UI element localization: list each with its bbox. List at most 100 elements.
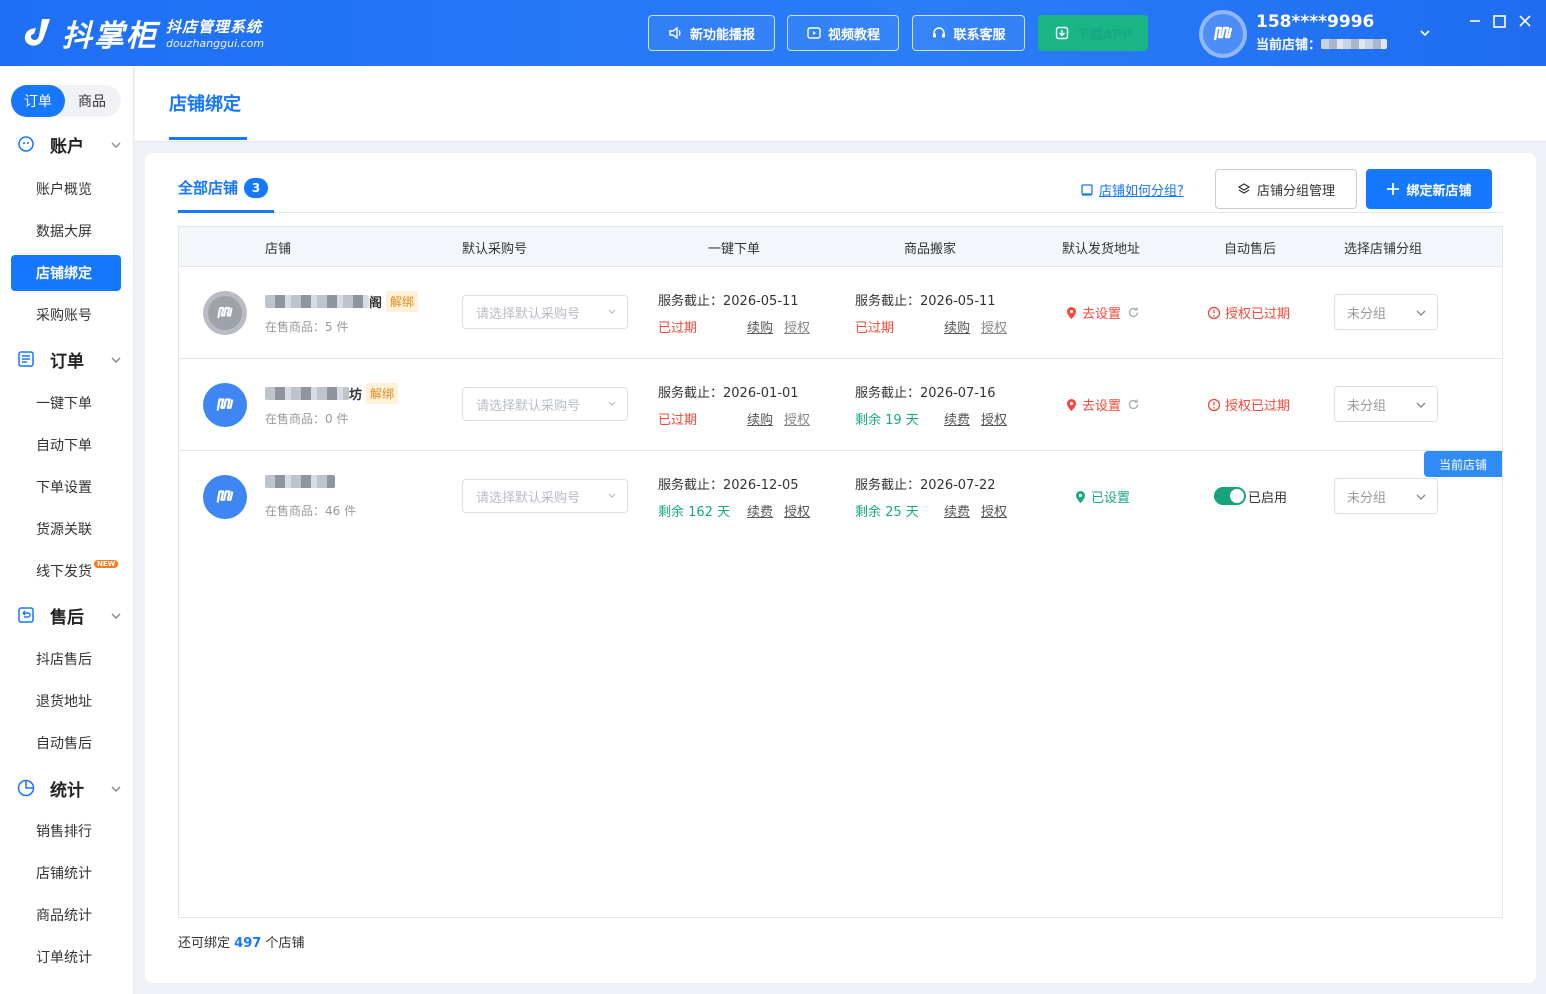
- move-auth-link[interactable]: 授权: [981, 317, 1007, 336]
- sidebar-item-sales-ranking[interactable]: 销售排行: [11, 813, 121, 849]
- move-deadline: 服务截止：2026-07-16: [855, 386, 996, 401]
- auto-aftersale-toggle[interactable]: [1214, 487, 1246, 505]
- group-help-link[interactable]: 店铺如何分组?: [1080, 180, 1184, 199]
- sidebar-item-product-stats[interactable]: 商品统计: [11, 897, 121, 933]
- sidebar-item-source-link[interactable]: 货源关联: [11, 511, 121, 547]
- purchase-account-select[interactable]: 请选择默认采购号: [462, 387, 628, 421]
- sidebar-group-statistics[interactable]: 统计: [16, 774, 126, 802]
- chevron-down-icon: [1416, 402, 1426, 408]
- sidebar-item-order-stats[interactable]: 订单统计: [11, 939, 121, 975]
- download-app-button[interactable]: 下载APP: [1038, 15, 1148, 51]
- sidebar-group-label: 订单: [50, 351, 84, 372]
- new-features-button[interactable]: 新功能播报: [648, 15, 775, 51]
- store-group-select[interactable]: 未分组: [1334, 294, 1438, 330]
- store-avatar: [203, 291, 247, 335]
- col-ship-address: 默认发货地址: [1062, 242, 1141, 257]
- move-deadline: 服务截止：2026-07-22: [855, 478, 996, 493]
- set-address-link[interactable]: 去设置: [1065, 395, 1140, 414]
- footer-suffix: 个店铺: [265, 936, 305, 951]
- set-address-link[interactable]: 去设置: [1065, 303, 1140, 322]
- alert-circle-icon: [1207, 306, 1221, 319]
- contact-service-button[interactable]: 联系客服: [912, 15, 1025, 51]
- refresh-icon[interactable]: [1127, 306, 1140, 319]
- speaker-icon: [669, 26, 681, 40]
- location-pin-icon: [1076, 490, 1085, 503]
- close-icon[interactable]: [1518, 13, 1532, 32]
- store-logo-icon: [1213, 26, 1233, 41]
- logo-subtitle: 抖店管理系统: [166, 18, 263, 36]
- sidebar-item-store-stats[interactable]: 店铺统计: [11, 855, 121, 891]
- sidebar-item-return-address[interactable]: 退货地址: [11, 683, 121, 719]
- video-tutorial-button[interactable]: 视频教程: [787, 15, 899, 51]
- chevron-down-icon: [111, 142, 121, 148]
- refresh-icon[interactable]: [1127, 398, 1140, 411]
- order-status: 已过期: [658, 321, 698, 336]
- order-renew-link[interactable]: 续购: [747, 317, 773, 336]
- new-badge: NEW: [94, 560, 119, 568]
- user-avatar[interactable]: [1199, 10, 1247, 58]
- bind-new-store-button[interactable]: 绑定新店铺: [1366, 169, 1492, 209]
- current-store-name-redacted: [1321, 38, 1388, 49]
- plus-icon: [1387, 183, 1400, 195]
- order-auth-link[interactable]: 授权: [784, 409, 810, 428]
- order-renew-link[interactable]: 续费: [747, 501, 773, 520]
- maximize-icon[interactable]: [1492, 14, 1506, 33]
- sidebar-item-store-aftersale[interactable]: 抖店售后: [11, 641, 121, 677]
- move-renew-link[interactable]: 续购: [944, 317, 970, 336]
- sidebar-item-auto-order[interactable]: 自动下单: [11, 427, 121, 463]
- aftersale-auth-status[interactable]: 授权已过期: [1207, 395, 1290, 414]
- order-renew-link[interactable]: 续购: [747, 409, 773, 428]
- order-status: 已过期: [658, 413, 698, 428]
- store-logo-icon: [216, 490, 234, 503]
- sidebar-item-purchase-account[interactable]: 采购账号: [11, 297, 121, 333]
- store-group-select[interactable]: 未分组: [1334, 478, 1438, 514]
- store-group-select[interactable]: 未分组: [1334, 386, 1438, 422]
- logo-name: 抖掌柜: [62, 19, 158, 54]
- store-name-suffix: 阁: [369, 296, 383, 311]
- aftersale-auth-status[interactable]: 授权已过期: [1207, 303, 1290, 322]
- chart-pie-icon: [17, 779, 35, 797]
- move-status: 已过期: [855, 321, 895, 336]
- order-auth-link[interactable]: 授权: [784, 501, 810, 520]
- purchase-select-placeholder: 请选择默认采购号: [476, 398, 581, 414]
- sidebar-item-data-screen[interactable]: 数据大屏: [11, 213, 121, 249]
- chevron-down-icon: [608, 309, 616, 314]
- download-app-label: 下载APP: [1076, 27, 1132, 43]
- sidebar-item-offline-shipping[interactable]: 线下发货 NEW: [11, 553, 121, 589]
- move-auth-link[interactable]: 授权: [981, 501, 1007, 520]
- purchase-account-select[interactable]: 请选择默认采购号: [462, 295, 628, 329]
- store-avatar: [203, 475, 247, 519]
- mode-product-tab[interactable]: 商品: [65, 85, 119, 117]
- sidebar-item-account-overview[interactable]: 账户概览: [11, 171, 121, 207]
- group-manage-button[interactable]: 店铺分组管理: [1215, 169, 1357, 209]
- store-binding-panel: 全部店铺 3 店铺如何分组? 店铺分组管理 绑定新店铺 店铺 默认采购号 一键下…: [145, 153, 1536, 983]
- move-renew-link[interactable]: 续费: [944, 501, 970, 520]
- sidebar-group-aftersale[interactable]: 售后: [16, 601, 126, 629]
- address-set-status[interactable]: 已设置: [1074, 487, 1130, 506]
- mode-order-tab[interactable]: 订单: [11, 85, 65, 117]
- set-address-label: 去设置: [1082, 307, 1122, 322]
- sidebar-item-one-click-order[interactable]: 一键下单: [11, 385, 121, 421]
- unbind-button[interactable]: 解绑: [366, 383, 399, 404]
- sidebar-item-store-binding[interactable]: 店铺绑定: [11, 255, 121, 291]
- purchase-account-select[interactable]: 请选择默认采购号: [462, 479, 628, 513]
- tab-all-stores[interactable]: 全部店铺 3: [178, 177, 269, 198]
- col-store-group: 选择店铺分组: [1344, 242, 1423, 257]
- unbind-button[interactable]: 解绑: [386, 291, 419, 312]
- move-renew-link[interactable]: 续费: [944, 409, 970, 428]
- move-status: 剩余 25 天: [855, 505, 919, 520]
- sidebar-group-account[interactable]: 账户: [16, 130, 126, 158]
- video-icon: [807, 27, 821, 39]
- location-pin-icon: [1067, 306, 1076, 319]
- alert-circle-icon: [1207, 398, 1221, 411]
- table-row: 阁 解绑 在售商品：5 件 请选择默认采购号 服务截止：2026-05-11 已…: [179, 267, 1502, 359]
- user-menu-chevron-icon[interactable]: [1418, 26, 1432, 44]
- sidebar-item-order-settings[interactable]: 下单设置: [11, 469, 121, 505]
- minimize-icon[interactable]: [1468, 10, 1482, 29]
- group-manage-label: 店铺分组管理: [1256, 183, 1335, 199]
- move-auth-link[interactable]: 授权: [981, 409, 1007, 428]
- sidebar-group-order[interactable]: 订单: [16, 345, 126, 373]
- sidebar-item-auto-aftersale[interactable]: 自动售后: [11, 725, 121, 761]
- download-icon: [1056, 26, 1069, 40]
- order-auth-link[interactable]: 授权: [784, 317, 810, 336]
